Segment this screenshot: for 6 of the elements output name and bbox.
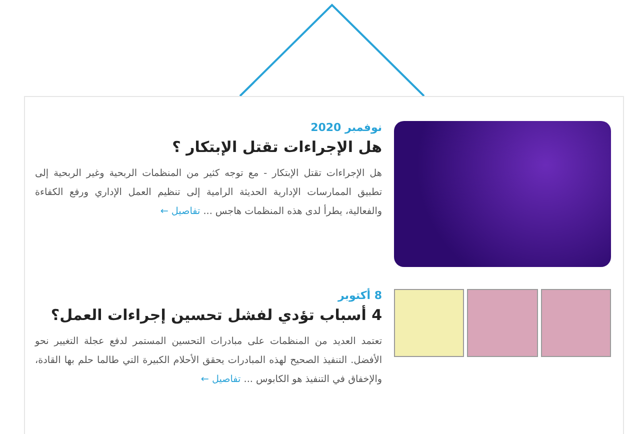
article-title[interactable]: 4 أسباب تؤدي لفشل تحسين إجراءات العمل؟ xyxy=(35,306,382,324)
article-excerpt: هل الإجراءات تقتل الإبتكار - مع توجه كثير من المنظمات الربحية وغير الربحية إلى تطبيق الممارسات الإدارية الحديثة الرامية إلى تنظيم العمل الإداري ورفع الكفاءة والفعالية، يطرأ لدى هذه المنظمات هاجس ... تفاصيل ← xyxy=(35,167,382,219)
article-excerpt: تعتمد العديد من المنظمات على مبادرات التحسين المستمر لدفع عجلة التغيير نحو الأفضل. التنفيذ الصحيح لهذه المبادرات يحقق الأحلام الكبيرة التي طالما حلم بها القادة، والإخفاق في التنفيذ هو الكابوس ... تفاصيل ← xyxy=(35,335,382,387)
article-date: نوفمبر 2020 xyxy=(310,121,382,134)
article-title[interactable]: هل الإجراءات تقتل الإبتكار ؟ xyxy=(35,138,382,156)
article-date: 8 أكتوبر xyxy=(336,289,382,302)
